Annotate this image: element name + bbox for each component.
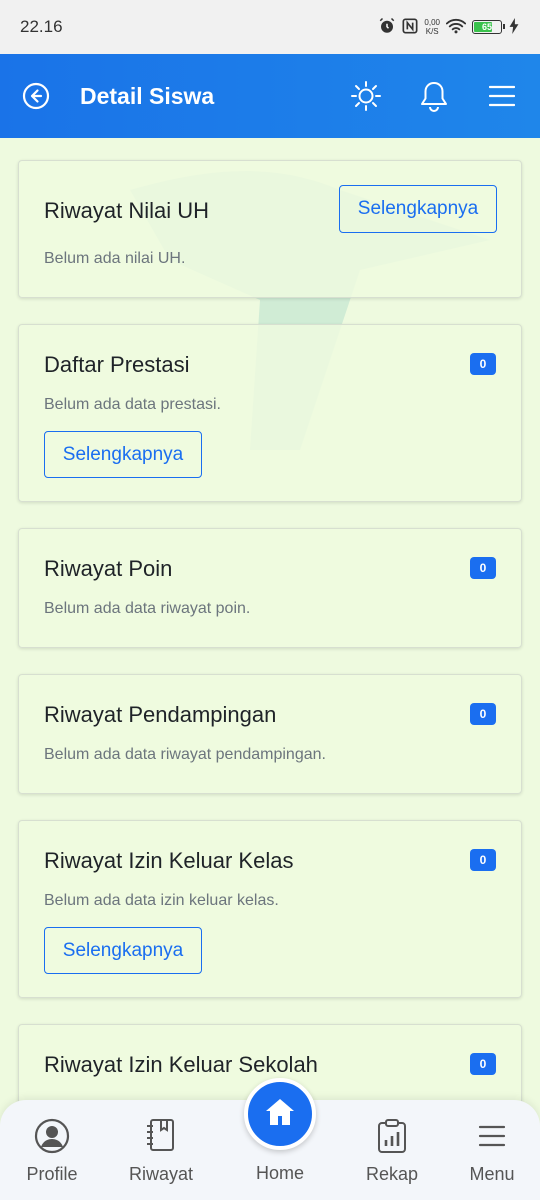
- card-empty-text: Belum ada data riwayat poin.: [44, 600, 251, 617]
- status-bar: 22.16 0,00 K/S 65: [0, 0, 540, 54]
- charging-icon: [508, 17, 520, 37]
- count-badge: 0: [470, 353, 496, 375]
- nav-label: Profile: [26, 1164, 78, 1184]
- battery-icon: 65: [472, 20, 505, 34]
- izin-kelas-more-button[interactable]: Selengkapnya: [44, 927, 202, 974]
- menu-icon: [474, 1118, 510, 1154]
- app-header: Detail Siswa: [0, 54, 540, 138]
- card-title: Riwayat Izin Keluar Sekolah: [44, 1052, 318, 1077]
- book-icon: [143, 1118, 179, 1154]
- net-speed: 0,00 K/S: [424, 18, 440, 36]
- card-riwayat-izin-keluar-kelas: Riwayat Izin Keluar Kelas 0 Belum ada da…: [18, 820, 522, 998]
- home-icon: [263, 1096, 297, 1133]
- card-daftar-prestasi: Daftar Prestasi 0 Belum ada data prestas…: [18, 324, 522, 502]
- nav-menu[interactable]: Menu: [442, 1118, 540, 1185]
- page-title: Detail Siswa: [80, 82, 215, 109]
- hamburger-icon[interactable]: [486, 80, 518, 112]
- card-empty-text: Belum ada data izin keluar kelas.: [44, 892, 279, 909]
- card-title: Riwayat Pendampingan: [44, 702, 277, 727]
- card-riwayat-nilai-uh: Riwayat Nilai UH Selengkapnya Belum ada …: [18, 160, 522, 298]
- nav-home-button[interactable]: [244, 1078, 316, 1150]
- card-title: Riwayat Poin: [44, 556, 173, 581]
- back-circle-icon[interactable]: [22, 82, 50, 110]
- count-badge: 0: [470, 557, 496, 579]
- nav-rekap[interactable]: Rekap: [342, 1118, 442, 1185]
- sun-icon[interactable]: [350, 80, 382, 112]
- card-title: Riwayat Izin Keluar Kelas: [44, 848, 294, 873]
- count-badge: 0: [470, 1053, 496, 1075]
- nav-riwayat[interactable]: Riwayat: [111, 1118, 211, 1185]
- net-speed-unit: K/S: [425, 27, 439, 36]
- prestasi-more-button[interactable]: Selengkapnya: [44, 431, 202, 478]
- count-badge: 0: [470, 703, 496, 725]
- nav-label: Rekap: [365, 1164, 419, 1184]
- header-actions: [350, 80, 518, 112]
- net-speed-value: 0,00: [424, 18, 440, 27]
- nav-home-label[interactable]: Home: [230, 1163, 330, 1184]
- card-title: Riwayat Nilai UH: [44, 198, 210, 223]
- alarm-icon: [378, 17, 396, 38]
- card-riwayat-poin: Riwayat Poin 0 Belum ada data riwayat po…: [18, 528, 522, 648]
- clipboard-chart-icon: [374, 1118, 410, 1154]
- nav-label: Riwayat: [128, 1164, 194, 1184]
- content-list: Riwayat Nilai UH Selengkapnya Belum ada …: [18, 160, 522, 1170]
- nav-profile[interactable]: Profile: [2, 1118, 102, 1185]
- card-riwayat-pendampingan: Riwayat Pendampingan 0 Belum ada data ri…: [18, 674, 522, 794]
- battery-level: 65: [481, 22, 492, 32]
- card-empty-text: Belum ada data riwayat pendampingan.: [44, 746, 326, 763]
- nilai-uh-more-button[interactable]: Selengkapnya: [339, 185, 497, 233]
- status-time: 22.16: [20, 17, 63, 36]
- card-empty-text: Belum ada data prestasi.: [44, 396, 221, 413]
- user-circle-icon: [34, 1118, 70, 1154]
- status-icons: 0,00 K/S 65: [378, 17, 520, 38]
- nav-label: Menu: [469, 1164, 515, 1184]
- nfc-icon: [402, 18, 418, 37]
- wifi-icon: [445, 18, 467, 37]
- count-badge: 0: [470, 849, 496, 871]
- card-title: Daftar Prestasi: [44, 352, 190, 377]
- card-empty-text: Belum ada nilai UH.: [44, 250, 186, 267]
- bell-icon[interactable]: [418, 80, 450, 112]
